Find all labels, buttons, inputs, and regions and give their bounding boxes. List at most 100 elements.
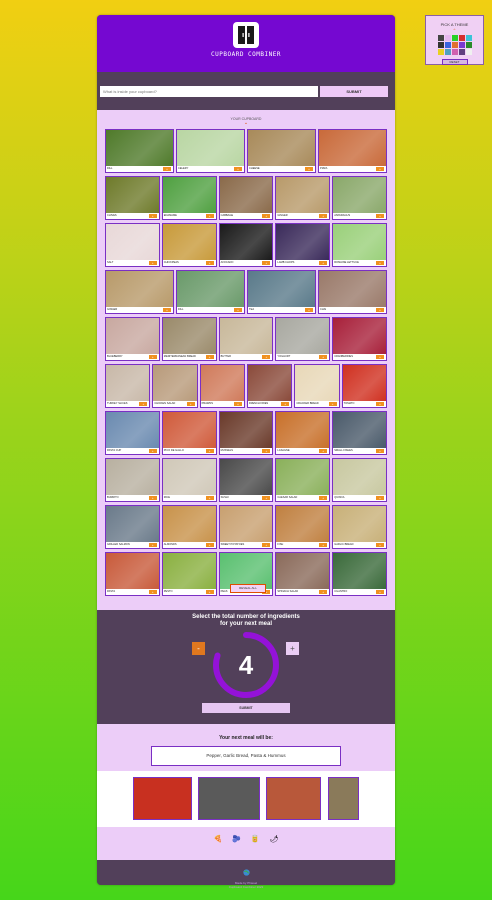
add-ingredient-button[interactable]: + — [262, 355, 271, 359]
add-ingredient-button[interactable]: + — [163, 167, 171, 171]
ingredient-tile[interactable]: turkey slices + — [105, 364, 151, 408]
ingredient-tile[interactable]: mussels + — [218, 411, 274, 455]
ingredient-tile[interactable]: small fishes + — [332, 411, 387, 455]
add-ingredient-button[interactable]: + — [376, 167, 384, 171]
ingredient-tile[interactable]: chives + — [105, 176, 160, 220]
add-ingredient-button[interactable]: + — [205, 214, 214, 218]
theme-swatch[interactable] — [465, 42, 472, 48]
ingredient-tile[interactable]: fish + — [275, 505, 331, 549]
ingredient-tile[interactable]: yoghurt + — [275, 317, 331, 361]
ingredient-tile[interactable]: spinach salad + — [275, 552, 331, 596]
add-ingredient-button[interactable]: + — [375, 590, 384, 594]
add-ingredient-button[interactable]: + — [139, 402, 148, 406]
ingredient-tile[interactable]: chai + — [318, 270, 387, 314]
add-ingredient-button[interactable]: + — [205, 496, 214, 500]
add-ingredient-button[interactable]: + — [375, 214, 384, 218]
add-ingredient-button[interactable]: + — [319, 261, 328, 265]
add-ingredient-button[interactable]: + — [319, 449, 328, 453]
ingredient-tile[interactable]: rice + — [161, 458, 217, 502]
add-ingredient-button[interactable]: + — [376, 308, 384, 312]
decrease-count-button[interactable]: - — [192, 642, 205, 655]
add-ingredient-button[interactable]: + — [319, 543, 328, 547]
chevron-up-icon[interactable]: ^ — [454, 28, 456, 32]
increase-count-button[interactable]: + — [286, 642, 299, 655]
add-ingredient-button[interactable]: + — [233, 402, 242, 406]
ingredient-tile[interactable]: pico de gallo + — [161, 411, 217, 455]
ingredient-tile[interactable]: caesar salad + — [275, 458, 331, 502]
add-ingredient-button[interactable]: + — [205, 590, 214, 594]
ingredient-tile[interactable]: almonds + — [161, 505, 217, 549]
ingredient-tile[interactable]: butter + — [218, 317, 274, 361]
ingredient-tile[interactable]: burrito + — [105, 458, 160, 502]
ingredient-tile[interactable]: cabbage + — [218, 176, 274, 220]
ingredient-tile[interactable]: pesto + — [161, 552, 217, 596]
ingredient-tile[interactable]: cheese + — [247, 129, 316, 173]
reveal-all-button[interactable]: REVEAL ALL — [230, 584, 266, 593]
ingredient-tile[interactable]: tea + — [247, 270, 316, 314]
ingredient-tile[interactable]: chicken salad + — [152, 364, 198, 408]
search-submit-button[interactable]: SUBMIT — [320, 85, 388, 97]
theme-swatch[interactable] — [437, 49, 444, 55]
add-ingredient-button[interactable]: + — [375, 402, 384, 406]
search-input[interactable] — [100, 85, 318, 97]
ingredient-tile[interactable]: blueberry + — [105, 317, 160, 361]
add-ingredient-button[interactable]: + — [328, 402, 337, 406]
theme-reset-button[interactable]: RESET — [441, 59, 468, 65]
add-ingredient-button[interactable]: + — [262, 214, 271, 218]
add-ingredient-button[interactable]: + — [148, 496, 157, 500]
ingredient-tile[interactable]: pizza + — [318, 129, 387, 173]
ingredient-tile[interactable]: quinoa + — [332, 458, 387, 502]
add-ingredient-button[interactable]: + — [262, 261, 271, 265]
add-ingredient-button[interactable]: + — [205, 449, 214, 453]
add-ingredient-button[interactable]: + — [305, 167, 313, 171]
ingredient-tile[interactable]: dill + — [105, 129, 174, 173]
theme-swatch[interactable] — [444, 42, 451, 48]
ingredient-tile[interactable]: romaine lettuce + — [332, 223, 387, 267]
add-ingredient-button[interactable]: + — [375, 496, 384, 500]
count-submit-button[interactable]: SUBMIT — [202, 703, 290, 713]
ingredient-tile[interactable]: dill + — [176, 270, 245, 314]
add-ingredient-button[interactable]: + — [262, 496, 271, 500]
theme-swatch[interactable] — [465, 35, 472, 41]
ingredient-tile[interactable]: lasagne + — [275, 411, 331, 455]
add-ingredient-button[interactable]: + — [148, 449, 157, 453]
add-ingredient-button[interactable]: + — [319, 214, 328, 218]
ingredient-tile[interactable]: sushi + — [218, 458, 274, 502]
ingredient-tile[interactable]: garlic bread + — [332, 505, 387, 549]
add-ingredient-button[interactable]: + — [234, 167, 242, 171]
ingredient-tile[interactable]: avocado + — [218, 223, 274, 267]
add-ingredient-button[interactable]: + — [148, 590, 157, 594]
add-ingredient-button[interactable]: + — [305, 308, 313, 312]
theme-swatch[interactable] — [451, 49, 458, 55]
add-ingredient-button[interactable]: + — [148, 261, 157, 265]
theme-swatch[interactable] — [458, 35, 465, 41]
theme-swatch[interactable] — [458, 42, 465, 48]
ingredient-tile[interactable]: french fries + — [246, 364, 293, 408]
add-ingredient-button[interactable]: + — [186, 402, 195, 406]
ingredient-tile[interactable]: salt + — [105, 223, 160, 267]
add-ingredient-button[interactable]: + — [205, 355, 214, 359]
add-ingredient-button[interactable]: + — [375, 355, 384, 359]
add-ingredient-button[interactable]: + — [319, 355, 328, 359]
add-ingredient-button[interactable]: + — [148, 355, 157, 359]
theme-swatch[interactable] — [444, 35, 451, 41]
chevron-down-icon[interactable]: ⌄ — [97, 121, 395, 126]
add-ingredient-button[interactable]: + — [163, 308, 171, 312]
add-ingredient-button[interactable]: + — [205, 543, 214, 547]
ingredient-tile[interactable]: chickpeas + — [161, 223, 217, 267]
ingredient-tile[interactable]: lamb chops + — [275, 223, 331, 267]
ingredient-tile[interactable]: cracker bread + — [294, 364, 340, 408]
theme-swatch[interactable] — [451, 42, 458, 48]
theme-swatch[interactable] — [465, 49, 472, 55]
theme-swatch[interactable] — [437, 35, 444, 41]
theme-swatch[interactable] — [451, 35, 458, 41]
ingredient-tile[interactable]: tomato + — [341, 364, 387, 408]
theme-swatch[interactable] — [444, 49, 451, 55]
add-ingredient-button[interactable]: + — [375, 449, 384, 453]
ingredient-tile[interactable]: grilled salmon + — [105, 505, 160, 549]
add-ingredient-button[interactable]: + — [234, 308, 242, 312]
ingredient-tile[interactable]: edamame + — [161, 176, 217, 220]
add-ingredient-button[interactable]: + — [319, 496, 328, 500]
add-ingredient-button[interactable]: + — [281, 402, 290, 406]
theme-swatch[interactable] — [458, 49, 465, 55]
